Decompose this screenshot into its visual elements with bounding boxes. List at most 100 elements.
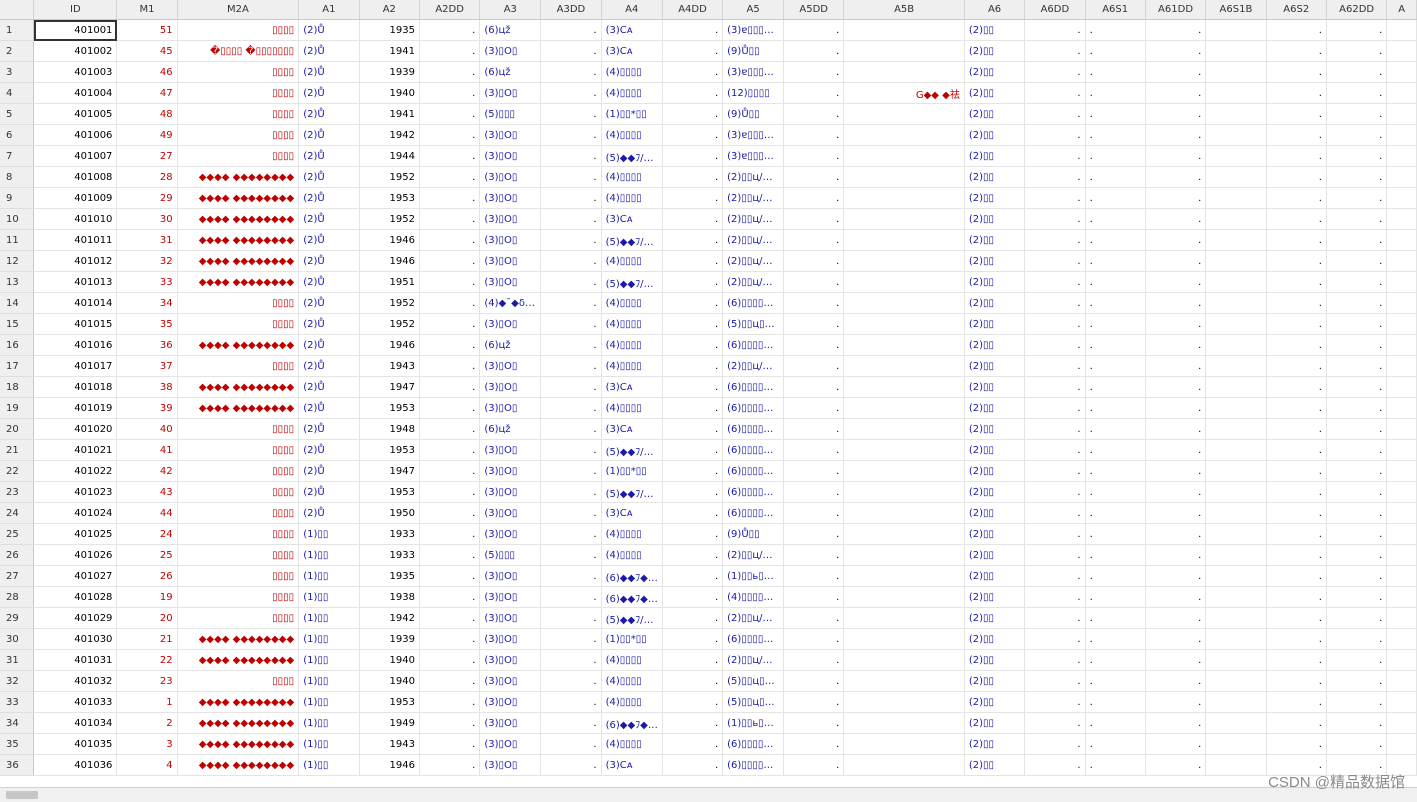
cell-a6[interactable]: (2)▯▯ — [964, 670, 1026, 692]
table-row[interactable]: 34 401034 2 ◆◆◆◆ ◆◆◆◆◆◆◆◆ (1)▯▯ 1949. (3)▯О▯.(… — [0, 712, 1417, 734]
cell-a6s1[interactable]: . — [1085, 40, 1146, 62]
col-header-a5[interactable]: A5 — [722, 0, 785, 20]
cell-m2a[interactable]: ◆◆◆◆ ◆◆◆◆◆◆◆◆ — [177, 250, 300, 272]
cell-a6dd[interactable]: . — [1024, 313, 1086, 335]
cell-a6s2[interactable]: . — [1266, 565, 1327, 587]
cell-m2a[interactable]: ◆◆◆◆ ◆◆◆◆◆◆◆◆ — [177, 733, 300, 755]
cell-a1[interactable]: (2)Ů — [298, 313, 360, 335]
cell-m2a[interactable]: ▯▯▯▯ — [177, 439, 300, 461]
cell-a4[interactable]: (1)▯▯*▯▯ — [601, 460, 663, 482]
row-number[interactable]: 6 — [0, 124, 35, 146]
cell-m1[interactable]: 1 — [116, 691, 178, 713]
cell-a6s1[interactable]: . — [1085, 628, 1146, 650]
cell-a62dd[interactable]: . — [1326, 733, 1388, 755]
cell-a3dd[interactable]: . — [540, 397, 602, 419]
cell-id[interactable]: 401011 — [33, 229, 118, 251]
cell-a62dd[interactable]: . — [1326, 166, 1388, 188]
table-row[interactable]: 13 401013 33 ◆◆◆◆ ◆◆◆◆◆◆◆◆ (2)Ů 1951. (3)▯О▯.(… — [0, 271, 1417, 293]
table-row[interactable]: 16 401016 36 ◆◆◆◆ ◆◆◆◆◆◆◆◆ (2)Ů 1946. (6)цž. (4… — [0, 334, 1417, 356]
cell-a2[interactable]: 1940 — [359, 670, 421, 692]
cell-a62dd[interactable]: . — [1326, 418, 1388, 440]
horizontal-scrollbar[interactable] — [0, 787, 1417, 802]
cell-a4dd[interactable]: . — [662, 124, 724, 146]
cell-a5dd[interactable]: . — [783, 208, 845, 230]
cell-a5[interactable]: (2)▯▯ц/… — [722, 208, 785, 230]
cell-a62dd[interactable]: . — [1326, 502, 1388, 524]
cell-a2dd[interactable]: . — [419, 124, 481, 146]
cell-a4[interactable]: (3)Cᴀ — [601, 754, 663, 776]
col-header-a4[interactable]: A4 — [601, 0, 663, 20]
cell-m2a[interactable]: ▯▯▯▯ — [177, 292, 300, 314]
cell-a6[interactable]: (2)▯▯ — [964, 82, 1026, 104]
cell-a5dd[interactable]: . — [783, 670, 845, 692]
cell-a5[interactable]: (6)▯▯▯▯… — [722, 376, 785, 398]
cell-a5b[interactable] — [843, 523, 965, 545]
cell-a2dd[interactable]: . — [419, 271, 481, 293]
row-number[interactable]: 19 — [0, 397, 35, 419]
row-number[interactable]: 36 — [0, 754, 35, 776]
cell-id[interactable]: 401005 — [33, 103, 118, 125]
cell-a62dd[interactable]: . — [1326, 313, 1388, 335]
table-row[interactable]: 27 401027 26 ▯▯▯▯ (1)▯▯ 1935. (3)▯О▯. (6)◆◆ﾌ◆….… — [0, 565, 1417, 587]
cell-a6[interactable]: (2)▯▯ — [964, 628, 1026, 650]
cell-a5dd[interactable]: . — [783, 691, 845, 713]
cell-a-truncated[interactable] — [1386, 124, 1417, 146]
cell-a-truncated[interactable] — [1386, 439, 1417, 461]
cell-a6[interactable]: (2)▯▯ — [964, 460, 1026, 482]
cell-a2[interactable]: 1943 — [359, 733, 421, 755]
table-row[interactable]: 33 401033 1 ◆◆◆◆ ◆◆◆◆◆◆◆◆ (1)▯▯ 1953. (3)▯О▯.(… — [0, 691, 1417, 713]
cell-a6dd[interactable]: . — [1024, 691, 1086, 713]
cell-a6[interactable]: (2)▯▯ — [964, 124, 1026, 146]
cell-a1[interactable]: (2)Ů — [298, 376, 360, 398]
table-row[interactable]: 17 401017 37 ▯▯▯▯ (2)Ů 1943. (3)▯О▯. (4)▯▯▯▯. (2… — [0, 355, 1417, 377]
cell-id[interactable]: 401029 — [33, 607, 118, 629]
cell-a6s2[interactable]: . — [1266, 166, 1327, 188]
cell-a6s1[interactable]: . — [1085, 145, 1146, 167]
cell-id[interactable]: 401004 — [33, 82, 118, 104]
cell-a3[interactable]: (3)▯О▯ — [479, 313, 542, 335]
cell-a4dd[interactable]: . — [662, 733, 724, 755]
cell-a6s1b[interactable] — [1205, 418, 1267, 440]
cell-a6s1[interactable]: . — [1085, 292, 1146, 314]
col-header-m2a[interactable]: M2A — [177, 0, 300, 20]
cell-a4dd[interactable]: . — [662, 397, 724, 419]
cell-a2dd[interactable]: . — [419, 607, 481, 629]
cell-a6s1b[interactable] — [1205, 166, 1267, 188]
cell-a5b[interactable] — [843, 124, 965, 146]
table-row[interactable]: 4 401004 47 ▯▯▯▯ (2)Ů 1940. (3)▯О▯. (4)▯▯▯▯. (12… — [0, 82, 1417, 104]
cell-a6s1[interactable]: . — [1085, 376, 1146, 398]
cell-a62dd[interactable]: . — [1326, 481, 1388, 503]
cell-a2dd[interactable]: . — [419, 292, 481, 314]
cell-a3dd[interactable]: . — [540, 145, 602, 167]
cell-a6s2[interactable]: . — [1266, 544, 1327, 566]
cell-a1[interactable]: (2)Ů — [298, 166, 360, 188]
cell-a5b[interactable] — [843, 649, 965, 671]
cell-a61dd[interactable]: . — [1145, 124, 1207, 146]
cell-m2a[interactable]: ▯▯▯▯ — [177, 523, 300, 545]
cell-a6dd[interactable]: . — [1024, 145, 1086, 167]
cell-a2dd[interactable]: . — [419, 334, 481, 356]
row-number[interactable]: 5 — [0, 103, 35, 125]
row-number[interactable]: 31 — [0, 649, 35, 671]
cell-a6s1[interactable]: . — [1085, 250, 1146, 272]
cell-a4[interactable]: (3)Cᴀ — [601, 19, 663, 41]
cell-a5b[interactable] — [843, 376, 965, 398]
cell-a6s1[interactable]: . — [1085, 439, 1146, 461]
cell-m2a[interactable]: ▯▯▯▯ — [177, 544, 300, 566]
cell-a3[interactable]: (3)▯О▯ — [479, 271, 542, 293]
cell-id[interactable]: 401026 — [33, 544, 118, 566]
cell-a2[interactable]: 1942 — [359, 607, 421, 629]
cell-a3[interactable]: (3)▯О▯ — [479, 187, 542, 209]
cell-a4dd[interactable]: . — [662, 628, 724, 650]
cell-a6s1b[interactable] — [1205, 355, 1267, 377]
cell-a2[interactable]: 1940 — [359, 82, 421, 104]
row-number[interactable]: 21 — [0, 439, 35, 461]
cell-a1[interactable]: (1)▯▯ — [298, 712, 360, 734]
cell-a6dd[interactable]: . — [1024, 103, 1086, 125]
cell-a6s2[interactable]: . — [1266, 187, 1327, 209]
cell-a4dd[interactable]: . — [662, 271, 724, 293]
cell-a5b[interactable] — [843, 19, 965, 41]
cell-a6s1b[interactable] — [1205, 82, 1267, 104]
cell-a3dd[interactable]: . — [540, 502, 602, 524]
cell-a1[interactable]: (2)Ů — [298, 145, 360, 167]
